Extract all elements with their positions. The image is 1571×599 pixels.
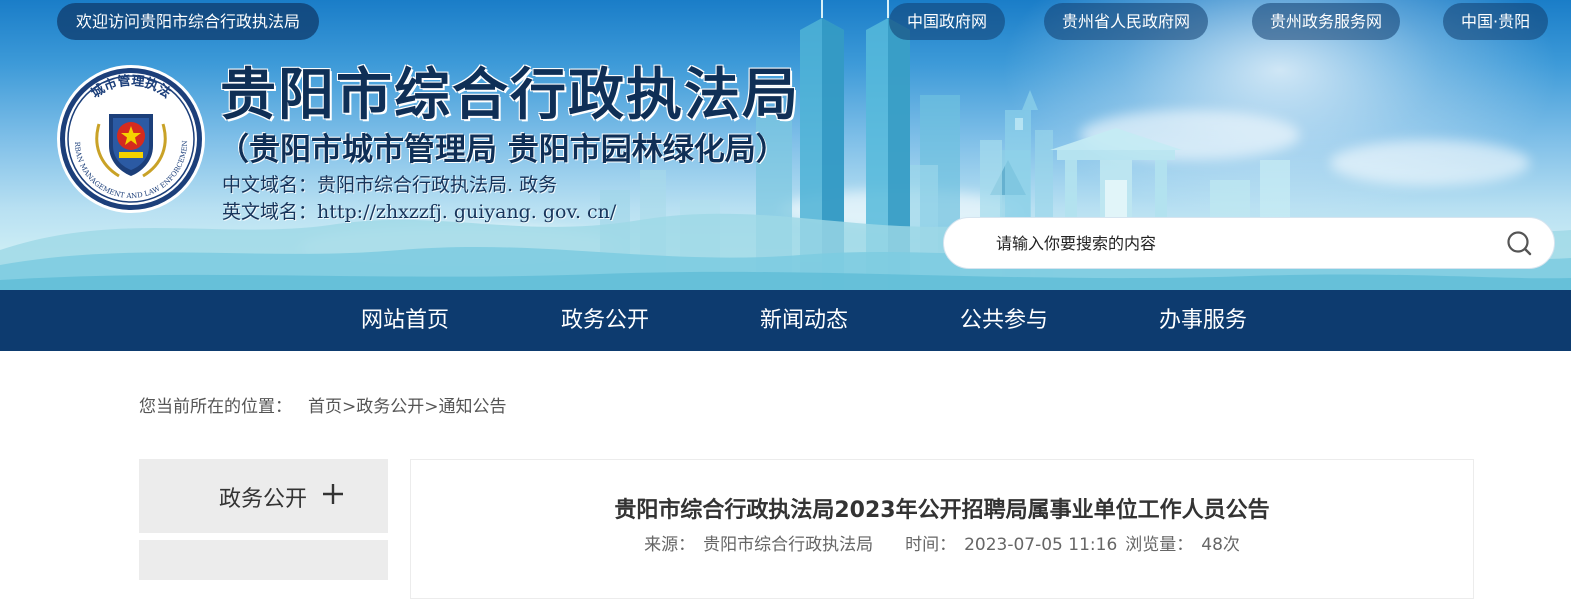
link-guizhou-gov[interactable]: 贵州省人民政府网 bbox=[1044, 3, 1209, 40]
views-label: 浏览量： bbox=[1125, 535, 1194, 555]
breadcrumb-notices[interactable]: 通知公告 bbox=[439, 397, 507, 417]
english-domain-name: 英文域名：http://zhxzzfj. guiyang. gov. cn/ bbox=[222, 201, 617, 223]
breadcrumb-separator: > bbox=[342, 397, 357, 417]
link-china-gov[interactable]: 中国政府网 bbox=[889, 3, 1006, 40]
search-box bbox=[943, 217, 1555, 269]
nav-home[interactable]: 网站首页 bbox=[361, 290, 449, 351]
nav-services[interactable]: 办事服务 bbox=[1159, 290, 1247, 351]
city-management-emblem-icon: 城市管理执法 URBAN MANAGEMENT AND LAW ENFORCEM… bbox=[55, 64, 205, 213]
link-guizhou-service[interactable]: 贵州政务服务网 bbox=[1252, 3, 1401, 40]
header-banner: 欢迎访问贵阳市综合行政执法局 中国政府网 贵州省人民政府网 贵州政务服务网 中国… bbox=[0, 0, 1571, 290]
source-label: 来源： bbox=[644, 535, 696, 555]
nav-public-participation[interactable]: 公共参与 bbox=[960, 290, 1048, 351]
breadcrumb-separator: > bbox=[424, 397, 439, 417]
time-label: 时间： bbox=[905, 535, 957, 555]
sidebar-item[interactable] bbox=[139, 540, 388, 580]
article-views: 48次 bbox=[1201, 535, 1240, 555]
search-icon[interactable] bbox=[1504, 228, 1536, 260]
article-panel: 贵阳市综合行政执法局2023年公开招聘局属事业单位工作人员公告 来源： 贵阳市综合… bbox=[410, 459, 1474, 599]
article-time: 2023-07-05 11:16 bbox=[964, 535, 1118, 555]
chinese-domain-name: 中文域名：贵阳市综合行政执法局. 政务 bbox=[222, 174, 558, 196]
breadcrumb-prefix: 您当前所在的位置： bbox=[139, 397, 292, 417]
nav-government-affairs[interactable]: 政务公开 bbox=[561, 290, 649, 351]
site-subtitle: （贵阳市城市管理局 贵阳市园林绿化局） bbox=[218, 132, 787, 168]
plus-icon[interactable] bbox=[322, 483, 344, 505]
welcome-message: 欢迎访问贵阳市综合行政执法局 bbox=[57, 3, 320, 40]
breadcrumb-government-affairs[interactable]: 政务公开 bbox=[356, 397, 424, 417]
sidebar-heading-label: 政务公开 bbox=[219, 487, 308, 512]
link-china-guiyang[interactable]: 中国·贵阳 bbox=[1443, 3, 1549, 40]
nav-news[interactable]: 新闻动态 bbox=[760, 290, 848, 351]
main-navigation: 网站首页 政务公开 新闻动态 公共参与 办事服务 bbox=[0, 290, 1571, 351]
article-meta: 来源： 贵阳市综合行政执法局 时间： 2023-07-05 11:16 浏览量： 48次 bbox=[411, 530, 1473, 555]
article-title: 贵阳市综合行政执法局2023年公开招聘局属事业单位工作人员公告 bbox=[614, 498, 1270, 523]
breadcrumb-home[interactable]: 首页 bbox=[308, 397, 342, 417]
search-input[interactable] bbox=[996, 218, 1476, 268]
sidebar-heading[interactable]: 政务公开 bbox=[139, 459, 388, 533]
site-title: 贵阳市综合行政执法局 bbox=[220, 62, 800, 128]
breadcrumb: 您当前所在的位置： 首页>政务公开>通知公告 bbox=[139, 392, 507, 417]
article-source: 贵阳市综合行政执法局 bbox=[703, 535, 874, 555]
